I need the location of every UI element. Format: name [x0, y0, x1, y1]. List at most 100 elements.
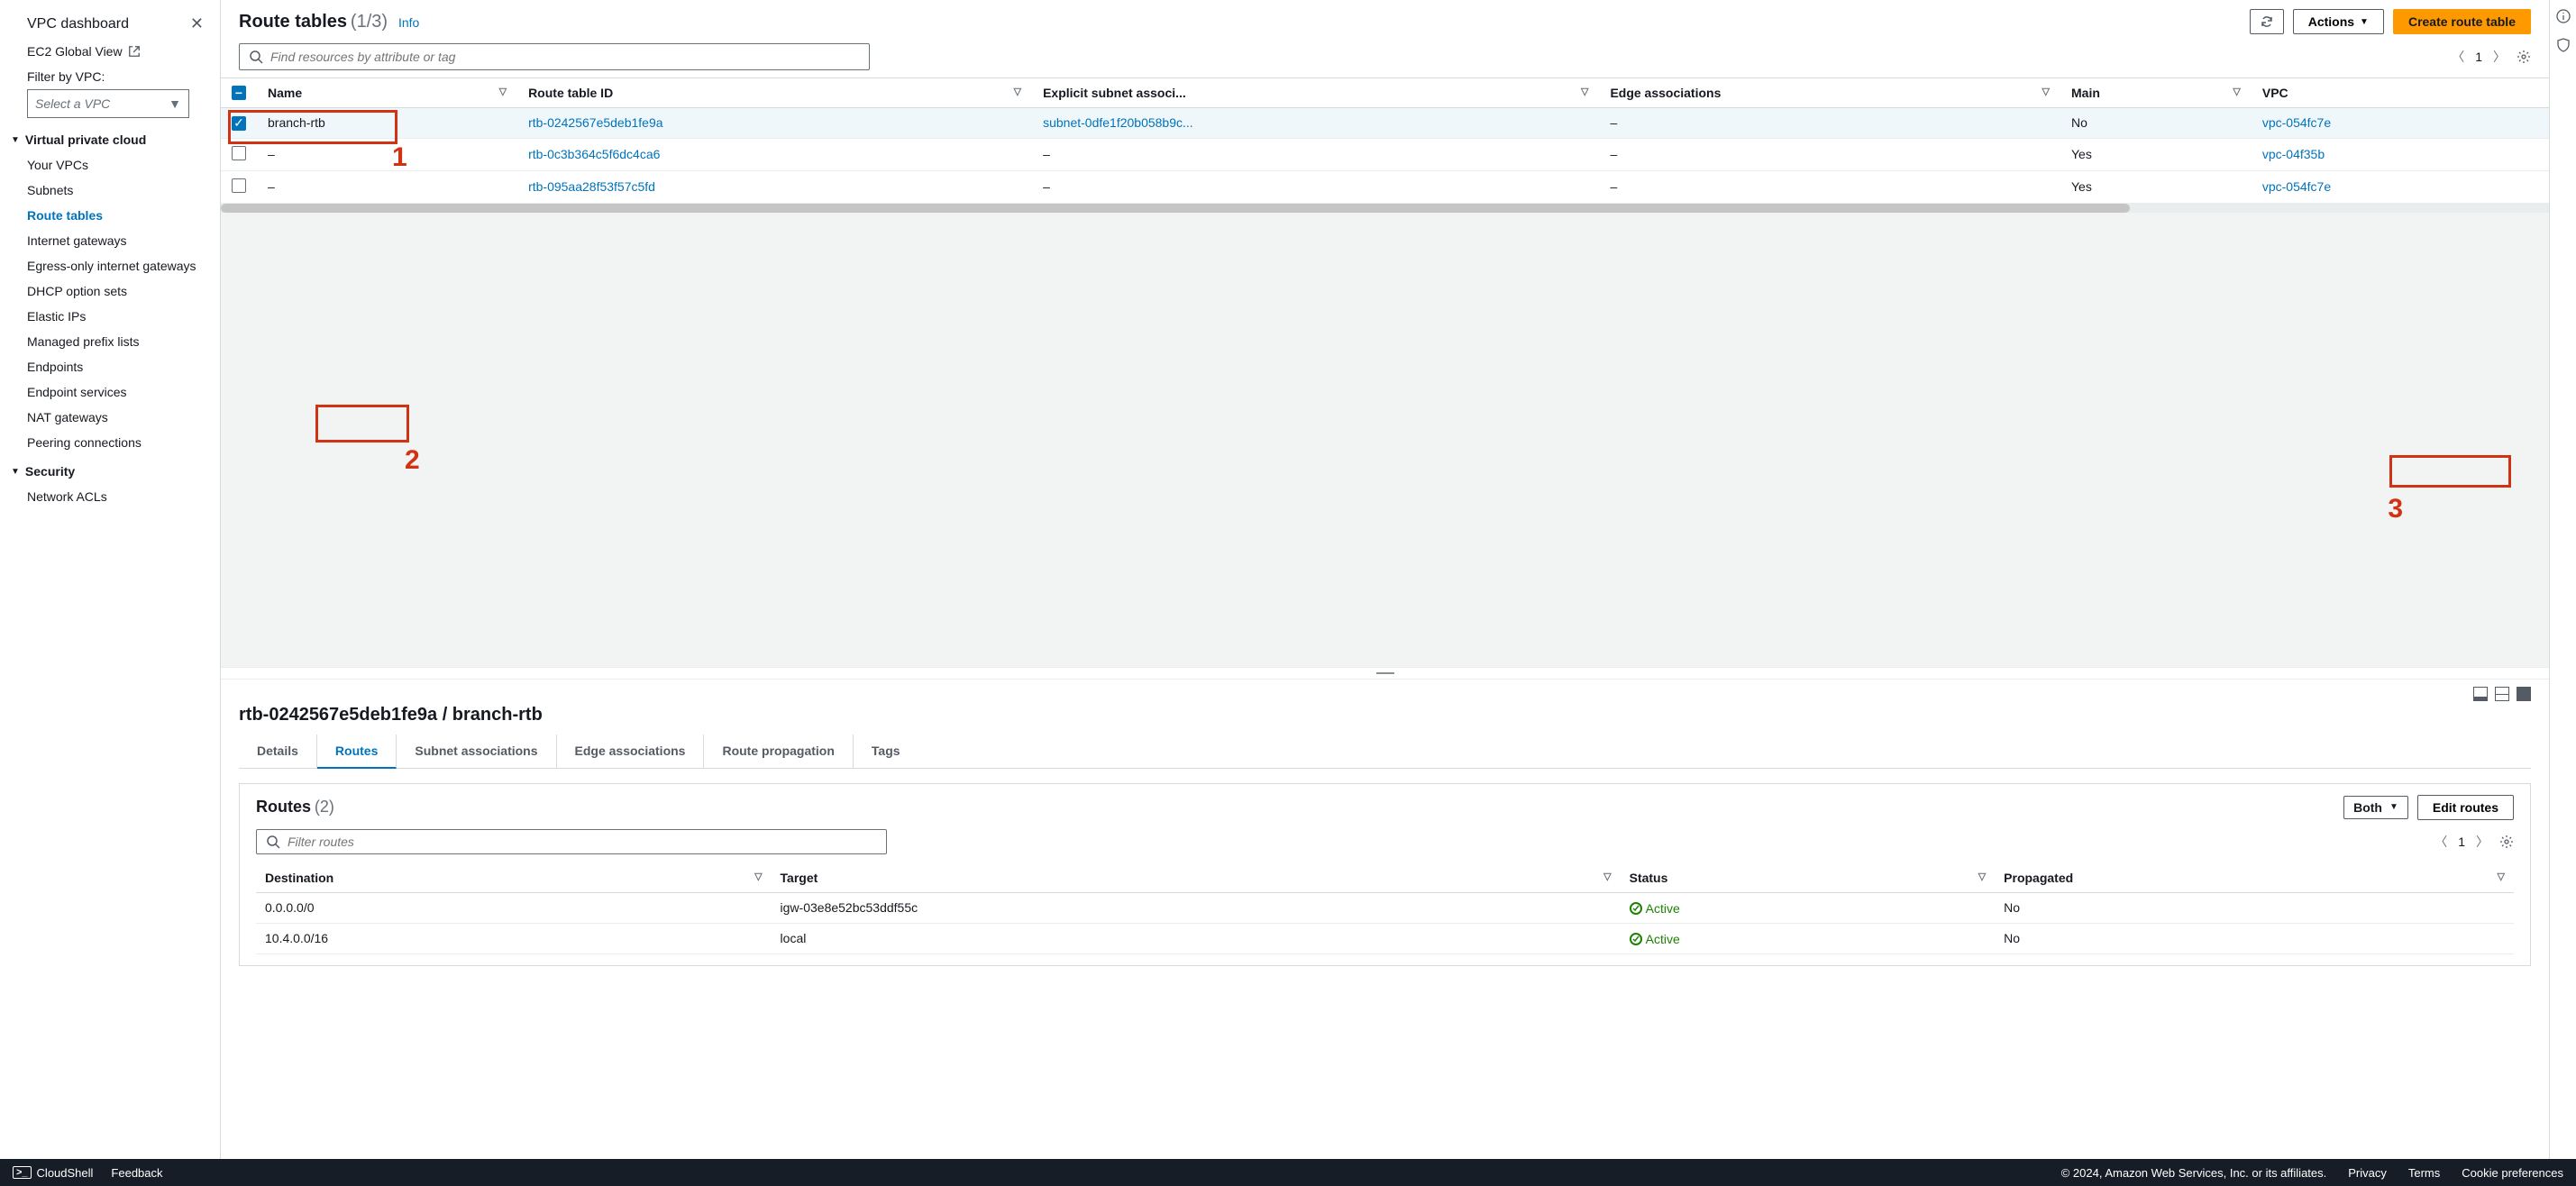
close-sidebar-icon[interactable]: ✕: [190, 14, 204, 33]
tab-route-propagation[interactable]: Route propagation: [704, 734, 853, 768]
table-row[interactable]: – rtb-0c3b364c5f6dc4ca6 – – Yes vpc-04f3…: [221, 138, 2549, 170]
nav-egress-gateways[interactable]: Egress-only internet gateways: [0, 253, 220, 278]
tab-tags[interactable]: Tags: [854, 734, 918, 768]
actions-button[interactable]: Actions ▼: [2293, 9, 2384, 34]
nav-managed-prefix-lists[interactable]: Managed prefix lists: [0, 329, 220, 354]
nav-your-vpcs[interactable]: Your VPCs: [0, 152, 220, 178]
routes-prev-page[interactable]: 〈: [2434, 833, 2447, 851]
search-box[interactable]: [239, 43, 870, 70]
sort-icon[interactable]: ▽: [1603, 871, 1611, 882]
check-circle-icon: [1630, 933, 1642, 945]
footer: >_ CloudShell Feedback © 2024, Amazon We…: [0, 1159, 2576, 1186]
sort-icon[interactable]: ▽: [2233, 86, 2240, 97]
nav-endpoints[interactable]: Endpoints: [0, 354, 220, 379]
route-table-link[interactable]: rtb-0c3b364c5f6dc4ca6: [528, 147, 660, 161]
route-table-link[interactable]: rtb-0242567e5deb1fe9a: [528, 115, 662, 130]
privacy-link[interactable]: Privacy: [2348, 1166, 2387, 1180]
vpc-select-dropdown[interactable]: Select a VPC ▼: [27, 89, 189, 118]
pagination: 〈 1 〉: [2452, 48, 2531, 66]
routes-search-box[interactable]: [256, 829, 887, 854]
col-target: Target▽: [772, 863, 1621, 893]
routes-next-page[interactable]: 〉: [2476, 833, 2489, 851]
tab-subnet-associations[interactable]: Subnet associations: [397, 734, 556, 768]
cookie-preferences-link[interactable]: Cookie preferences: [2462, 1166, 2563, 1180]
info-link[interactable]: Info: [398, 15, 419, 30]
edit-routes-button[interactable]: Edit routes: [2417, 795, 2514, 820]
tab-details[interactable]: Details: [239, 734, 317, 768]
table-row[interactable]: ✓ branch-rtb rtb-0242567e5deb1fe9a subne…: [221, 108, 2549, 139]
prev-page-button[interactable]: 〈: [2452, 48, 2464, 66]
terms-link[interactable]: Terms: [2408, 1166, 2440, 1180]
nav-dhcp-option-sets[interactable]: DHCP option sets: [0, 278, 220, 304]
nav-route-tables[interactable]: Route tables: [0, 203, 220, 228]
nav-nat-gateways[interactable]: NAT gateways: [0, 405, 220, 430]
check-circle-icon: [1630, 902, 1642, 915]
vpc-dashboard-link[interactable]: VPC dashboard: [27, 16, 129, 32]
empty-region: [221, 213, 2549, 667]
cloudshell-button[interactable]: >_ CloudShell: [13, 1166, 93, 1180]
sort-icon[interactable]: ▽: [1581, 86, 1588, 97]
routes-count: (2): [315, 798, 334, 816]
routes-settings-icon[interactable]: [2499, 835, 2514, 849]
nav-peering-connections[interactable]: Peering connections: [0, 430, 220, 455]
main-content: Route tables (1/3) Info Actions ▼ Create…: [221, 0, 2549, 1159]
target-link[interactable]: igw-03e8e52bc53ddf55c: [781, 900, 918, 915]
col-destination: Destination▽: [256, 863, 772, 893]
tab-routes[interactable]: Routes: [317, 734, 397, 769]
search-icon: [266, 835, 280, 849]
row-checkbox[interactable]: [232, 178, 246, 193]
sort-icon[interactable]: ▽: [2498, 871, 2505, 882]
detail-tabs: Details Routes Subnet associations Edge …: [239, 734, 2531, 769]
ec2-global-view-link[interactable]: EC2 Global View: [0, 39, 220, 64]
next-page-button[interactable]: 〉: [2493, 48, 2506, 66]
row-checkbox[interactable]: [232, 146, 246, 160]
cell-propagated: No: [1995, 923, 2514, 953]
routes-page-number: 1: [2458, 835, 2465, 849]
table-row[interactable]: – rtb-095aa28f53f57c5fd – – Yes vpc-054f…: [221, 170, 2549, 203]
feedback-link[interactable]: Feedback: [111, 1166, 162, 1180]
layout-bottom-icon[interactable]: [2473, 687, 2488, 701]
route-row[interactable]: 10.4.0.0/16 local Active No: [256, 923, 2514, 953]
select-all-checkbox[interactable]: −: [232, 86, 246, 100]
nav-group-security[interactable]: ▼ Security: [0, 455, 220, 484]
refresh-icon: [2260, 14, 2274, 29]
shield-icon[interactable]: [2556, 38, 2571, 52]
col-vpc: VPC: [2252, 78, 2549, 108]
split-drag-handle[interactable]: [221, 667, 2549, 680]
refresh-button[interactable]: [2250, 9, 2284, 34]
cell-propagated: No: [1995, 892, 2514, 923]
create-route-table-button[interactable]: Create route table: [2393, 9, 2531, 34]
external-link-icon: [128, 45, 141, 58]
vpc-link[interactable]: vpc-04f35b: [2262, 147, 2325, 161]
vpc-link[interactable]: vpc-054fc7e: [2262, 179, 2331, 194]
routes-search-input[interactable]: [288, 835, 877, 849]
sort-icon[interactable]: ▽: [1014, 86, 1021, 97]
nav-endpoint-services[interactable]: Endpoint services: [0, 379, 220, 405]
nav-internet-gateways[interactable]: Internet gateways: [0, 228, 220, 253]
sort-icon[interactable]: ▽: [2042, 86, 2050, 97]
route-row[interactable]: 0.0.0.0/0 igw-03e8e52bc53ddf55c Active N…: [256, 892, 2514, 923]
nav-group-vpc[interactable]: ▼ Virtual private cloud: [0, 123, 220, 152]
horizontal-scrollbar[interactable]: [221, 204, 2549, 213]
filter-both-dropdown[interactable]: Both ▼: [2343, 796, 2408, 819]
nav-elastic-ips[interactable]: Elastic IPs: [0, 304, 220, 329]
search-input[interactable]: [270, 50, 860, 64]
layout-split-icon[interactable]: [2495, 687, 2509, 701]
cell-subnet: –: [1032, 170, 1599, 203]
layout-full-icon[interactable]: [2517, 687, 2531, 701]
row-checkbox[interactable]: ✓: [232, 116, 246, 131]
route-table-link[interactable]: rtb-095aa28f53f57c5fd: [528, 179, 655, 194]
sidebar: VPC dashboard ✕ EC2 Global View Filter b…: [0, 0, 221, 1159]
settings-icon[interactable]: [2517, 50, 2531, 64]
sort-icon[interactable]: ▽: [1978, 871, 1986, 882]
sort-icon[interactable]: ▽: [754, 871, 762, 882]
tab-edge-associations[interactable]: Edge associations: [557, 734, 705, 768]
page-count: (1/3): [351, 12, 388, 32]
nav-network-acls[interactable]: Network ACLs: [0, 484, 220, 509]
caret-down-icon: ▼: [11, 135, 20, 145]
sort-icon[interactable]: ▽: [499, 86, 507, 97]
subnet-link[interactable]: subnet-0dfe1f20b058b9c...: [1043, 115, 1193, 130]
nav-subnets[interactable]: Subnets: [0, 178, 220, 203]
vpc-link[interactable]: vpc-054fc7e: [2262, 115, 2331, 130]
info-circle-icon[interactable]: [2556, 9, 2571, 23]
